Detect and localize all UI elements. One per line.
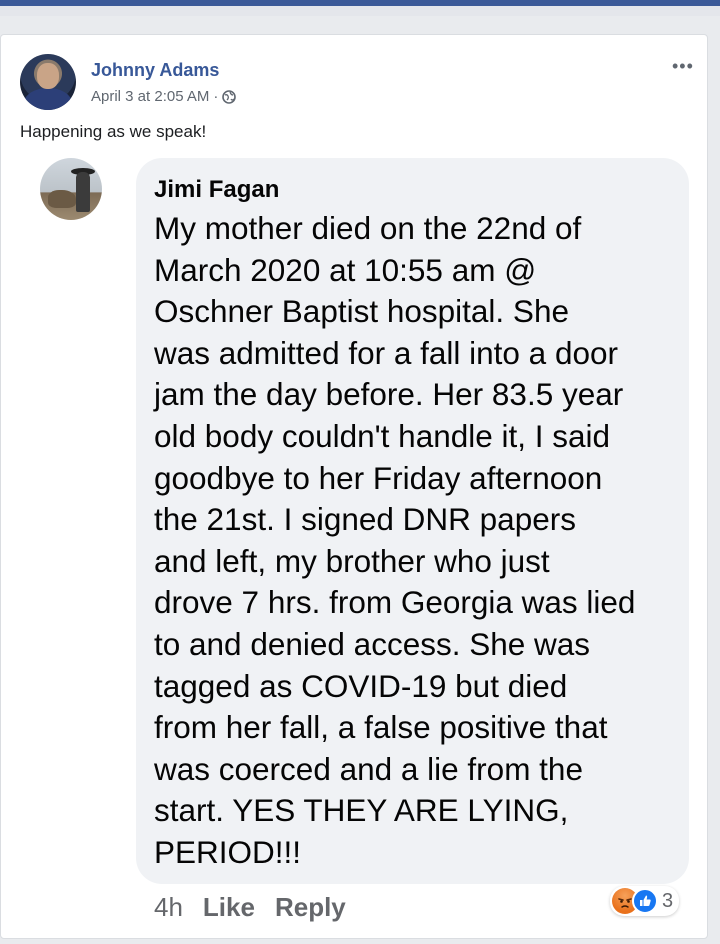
reaction-count: 3 bbox=[662, 889, 674, 912]
post-text: Happening as we speak! bbox=[20, 122, 207, 141]
top-bar-accent bbox=[0, 0, 720, 6]
more-options-icon[interactable]: ••• bbox=[672, 57, 696, 75]
avatar-person bbox=[76, 172, 90, 212]
globe-icon bbox=[222, 89, 237, 104]
like-reaction-icon bbox=[632, 888, 658, 914]
reply-button[interactable]: Reply bbox=[275, 892, 346, 923]
avatar-shirt bbox=[24, 88, 72, 110]
commenter-avatar[interactable] bbox=[40, 158, 102, 220]
comment: Jimi Fagan My mother died on the 22nd of… bbox=[20, 150, 689, 932]
comment-text: My mother died on the 22nd of March 2020… bbox=[154, 210, 636, 870]
top-bar bbox=[0, 0, 720, 16]
reaction-summary[interactable]: 3 bbox=[610, 886, 680, 916]
like-button[interactable]: Like bbox=[203, 892, 255, 923]
commenter-name[interactable]: Jimi Fagan bbox=[154, 176, 279, 204]
comment-actions: 4h Like Reply bbox=[154, 892, 346, 923]
meta-separator: · bbox=[213, 88, 219, 105]
comment-time[interactable]: 4h bbox=[154, 892, 183, 923]
avatar-face bbox=[37, 63, 59, 89]
post-author-name[interactable]: Johnny Adams bbox=[91, 60, 219, 81]
post-author-avatar[interactable] bbox=[20, 54, 76, 110]
post-date[interactable]: April 3 at 2:05 AM bbox=[91, 88, 209, 105]
post-meta: April 3 at 2:05 AM · bbox=[91, 88, 237, 105]
avatar-horse bbox=[48, 190, 76, 208]
